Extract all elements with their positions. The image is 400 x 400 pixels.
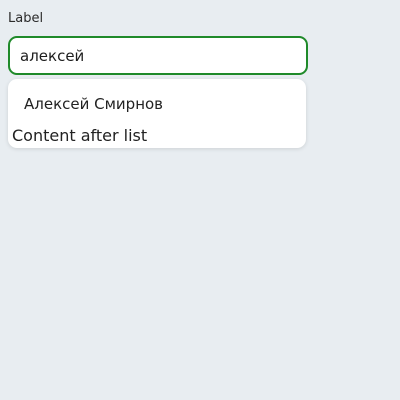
combobox-input[interactable]	[10, 38, 306, 73]
content-after-list: Content after list	[12, 126, 148, 145]
suggestion-option[interactable]: Алексей Смирнов	[24, 94, 163, 114]
input-container[interactable]	[8, 36, 308, 75]
combobox-field: Label	[8, 10, 308, 75]
field-label: Label	[8, 11, 44, 26]
